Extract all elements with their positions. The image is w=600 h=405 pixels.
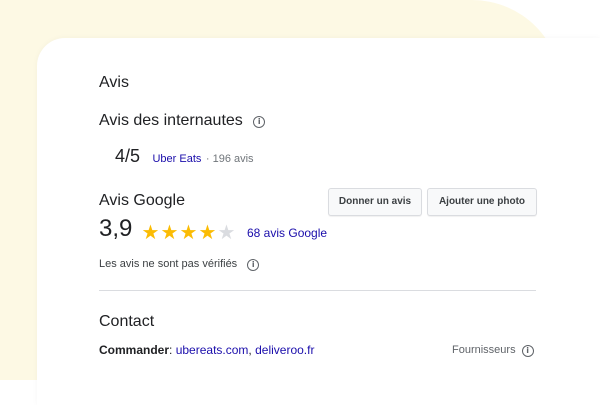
order-separator: :	[169, 343, 173, 357]
give-review-button[interactable]: Donner un avis	[328, 188, 422, 216]
providers-row: Fournisseurs i	[452, 344, 534, 357]
star-empty-icon: ★	[217, 222, 236, 244]
web-reviews-heading: Avis des internautes i	[99, 112, 266, 130]
link-separator: ,	[248, 343, 252, 357]
ubereats-link[interactable]: ubereats.com	[176, 343, 249, 357]
section-divider	[99, 290, 536, 291]
star-filled-icon: ★	[198, 222, 217, 244]
contact-heading: Contact	[99, 313, 155, 330]
order-label: Commander	[99, 343, 170, 357]
unverified-note-text: Les avis ne sont pas vérifiés	[99, 258, 238, 270]
web-review-count: · 196 avis	[205, 153, 254, 165]
star-filled-icon: ★	[179, 222, 198, 244]
order-row: Commander: ubereats.com, deliveroo.fr	[99, 343, 314, 357]
unverified-note: Les avis ne sont pas vérifiés i	[99, 258, 260, 271]
web-reviews-title: Avis des internautes	[99, 112, 243, 129]
deliveroo-link[interactable]: deliveroo.fr	[255, 343, 314, 357]
info-icon[interactable]: i	[521, 345, 534, 357]
reviews-heading: Avis	[99, 74, 129, 91]
star-filled-icon: ★	[141, 222, 160, 244]
add-photo-button[interactable]: Ajouter une photo	[427, 188, 537, 216]
star-filled-icon: ★	[160, 222, 179, 244]
web-review-row: 4/5 Uber Eats · 196 avis	[115, 146, 254, 167]
google-rating-value: 3,9	[99, 215, 133, 242]
info-icon[interactable]: i	[253, 116, 266, 128]
google-reviews-heading: Avis Google	[99, 192, 185, 209]
providers-label[interactable]: Fournisseurs	[452, 344, 516, 356]
web-review-score: 4/5	[115, 146, 141, 166]
web-review-source-link[interactable]: Uber Eats	[152, 153, 201, 165]
info-icon[interactable]: i	[247, 259, 260, 271]
star-rating: ★★★★★	[141, 220, 236, 245]
google-reviews-count-link[interactable]: 68 avis Google	[247, 226, 327, 240]
